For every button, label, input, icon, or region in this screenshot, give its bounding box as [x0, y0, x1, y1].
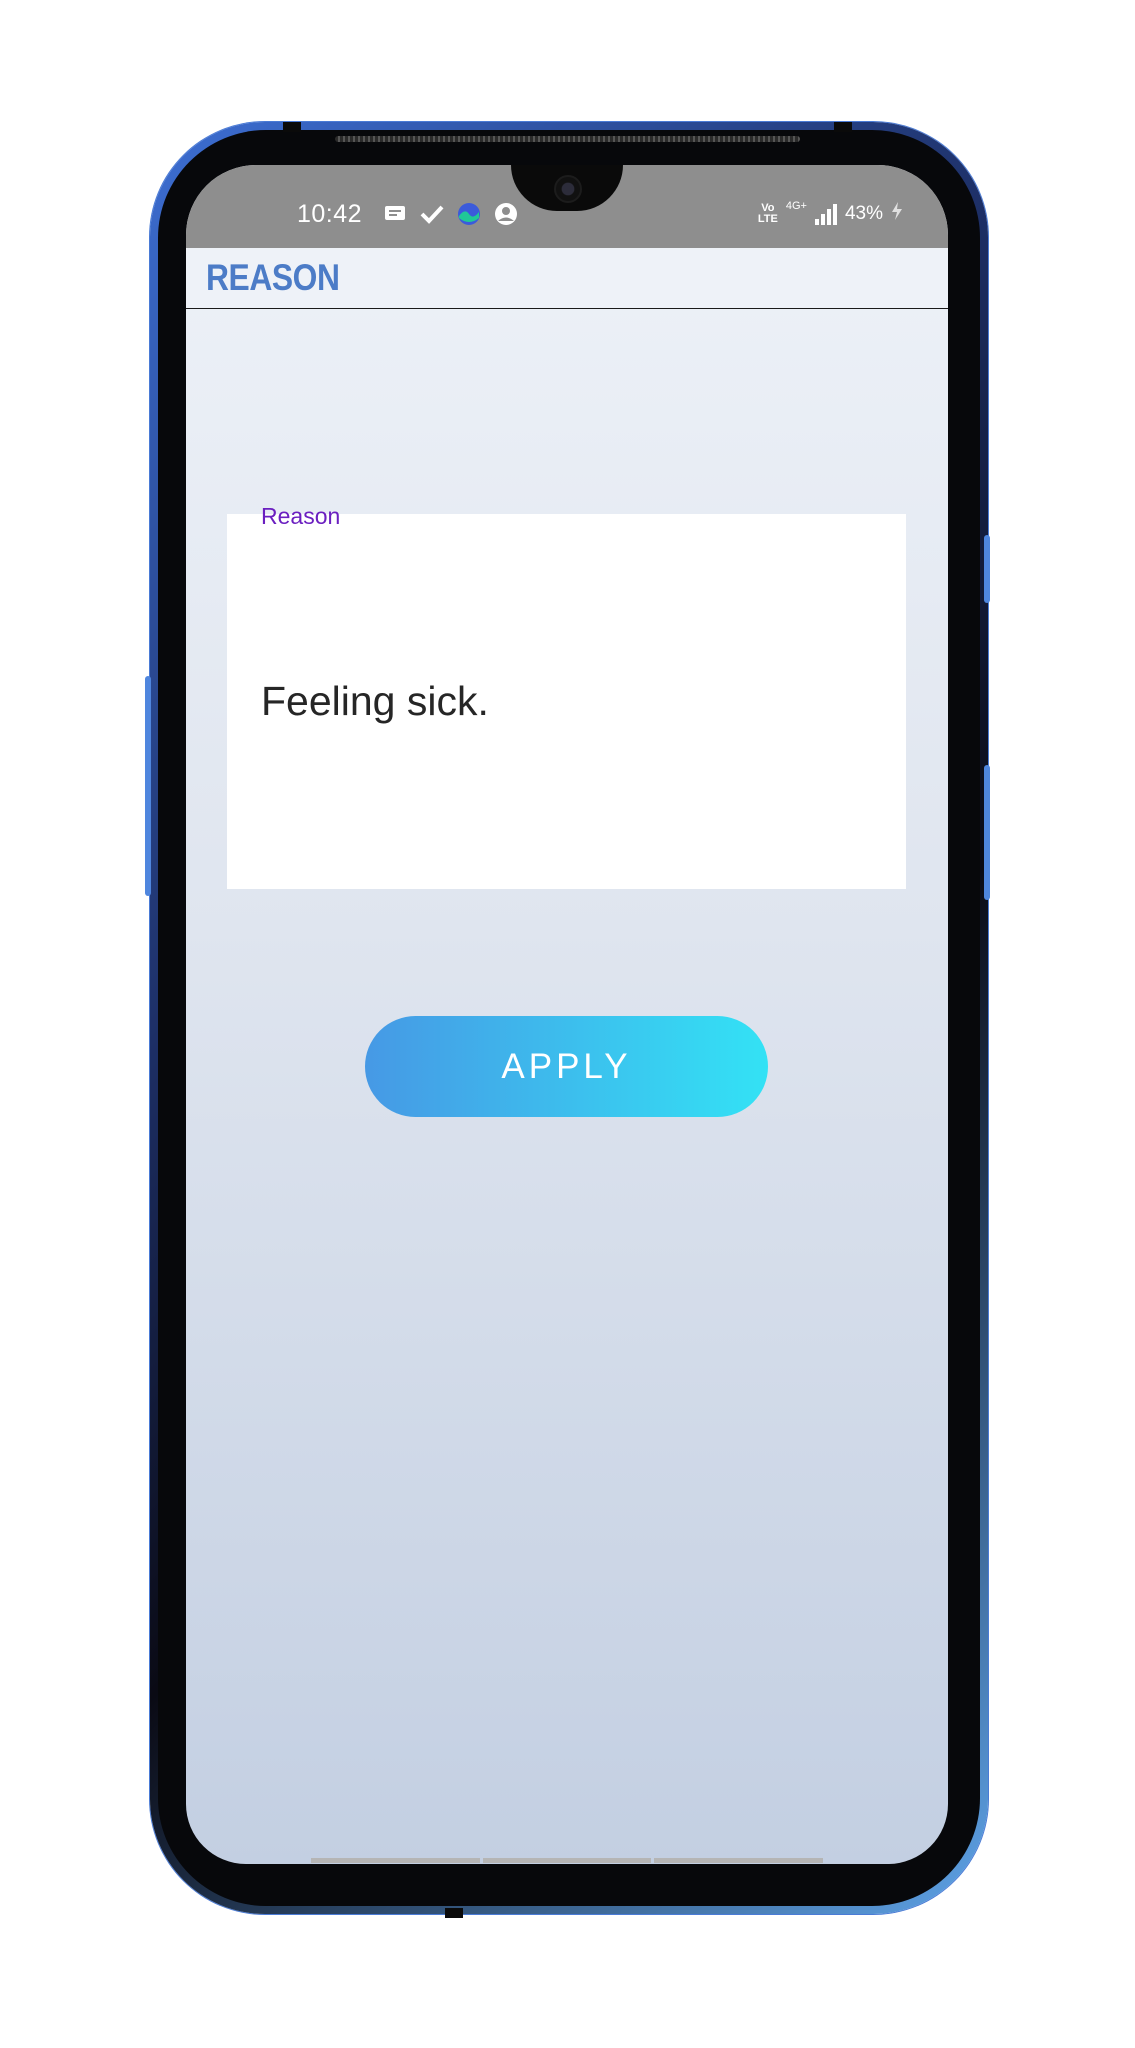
frame-antenna-line	[834, 122, 852, 132]
frame-antenna-line	[283, 122, 301, 132]
check-icon	[419, 201, 444, 226]
status-right-group: Vo LTE 4G+ 43%	[758, 200, 903, 227]
network-type: 4G+	[785, 200, 807, 212]
volte-line2: LTE	[757, 213, 778, 225]
volte-indicator: Vo LTE	[758, 203, 778, 225]
notification-icons	[382, 201, 518, 226]
apply-button[interactable]: APPLY	[365, 1016, 768, 1117]
volume-button	[145, 676, 151, 896]
earpiece-speaker	[335, 136, 800, 142]
status-time: 10:42	[297, 200, 363, 228]
power-button	[984, 765, 990, 900]
page-title: REASON	[206, 257, 340, 298]
account-icon	[493, 201, 518, 226]
front-camera	[554, 175, 582, 203]
app-bar: REASON	[186, 248, 948, 309]
reason-field-value[interactable]: Feeling sick.	[261, 678, 489, 725]
side-button	[984, 535, 990, 603]
battery-percentage: 43%	[844, 203, 883, 224]
app-status-icon	[456, 201, 481, 226]
reason-field-label: Reason	[261, 503, 341, 529]
frame-antenna-line	[445, 1908, 463, 1918]
charging-icon	[891, 201, 903, 227]
status-bar: 10:42 Vo LTE 4G+ 43%	[186, 165, 948, 248]
gesture-bar[interactable]	[311, 1858, 824, 1863]
signal-icon	[814, 203, 837, 225]
message-icon	[382, 201, 407, 226]
screen: 10:42 Vo LTE 4G+ 43% REASON Reason Feeli…	[186, 165, 948, 1864]
